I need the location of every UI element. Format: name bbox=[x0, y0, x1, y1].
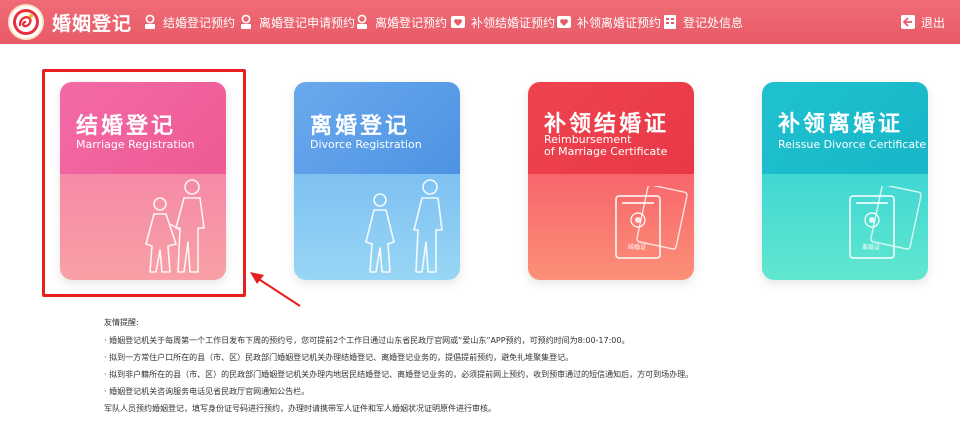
card-subtitle-line2: of Marriage Certificate bbox=[544, 145, 668, 158]
marriage-certificate-icon bbox=[615, 186, 688, 259]
nav-office-info[interactable]: 登记处信息 bbox=[662, 0, 743, 44]
building-icon bbox=[662, 14, 678, 30]
nav-label: 离婚登记申请预约 bbox=[259, 15, 356, 30]
card-title: 补领离婚证 bbox=[778, 112, 904, 137]
card-subtitle: Reimbursement of Marriage Certificate bbox=[544, 134, 667, 158]
divorce-certificate-icon bbox=[849, 186, 922, 259]
reminder-item: · 婚姻登记机关于每周第一个工作日发布下周的预约号，您可提前2个工作日通过山东省… bbox=[104, 336, 630, 345]
reissue-marriage-certificate-card[interactable]: 补领结婚证 Reimbursement of Marriage Certific… bbox=[528, 82, 694, 280]
ring-icon bbox=[238, 14, 254, 30]
site-brand-title: 婚姻登记 bbox=[52, 13, 133, 35]
nav-label: 补领结婚证预约 bbox=[471, 15, 556, 30]
certificate-label: 结婚证 bbox=[628, 244, 647, 251]
nav-reissue-marriage-cert[interactable]: 补领结婚证预约 bbox=[450, 0, 555, 44]
friendly-reminder-section: 友情提醒: · 婚姻登记机关于每周第一个工作日发布下周的预约号，您可提前2个工作… bbox=[104, 317, 924, 417]
card-subtitle: Divorce Registration bbox=[310, 138, 422, 151]
card-subtitle: Reissue Divorce Certificate bbox=[778, 138, 927, 151]
nav-label: 登记处信息 bbox=[683, 15, 744, 30]
nav-label: 补领离婚证预约 bbox=[577, 15, 662, 30]
nav-reissue-divorce-cert[interactable]: 补领离婚证预约 bbox=[556, 0, 661, 44]
logout-button[interactable]: 退出 bbox=[900, 0, 945, 44]
divorce-registration-card[interactable]: 离婚登记 Divorce Registration bbox=[294, 82, 460, 280]
logout-icon bbox=[900, 14, 916, 30]
card-illustration-area: 离婚证 bbox=[762, 174, 928, 280]
reminder-item: · 婚姻登记机关咨询服务电话见省民政厅官网通知公告栏。 bbox=[104, 387, 310, 396]
reminder-item: · 拟到一方常住户口所在的县（市、区）民政部门婚姻登记机关办理结婚登记、离婚登记… bbox=[104, 353, 574, 362]
highlight-box bbox=[42, 69, 246, 297]
logo-emblem-icon bbox=[13, 9, 39, 35]
card-title: 离婚登记 bbox=[310, 114, 411, 139]
nav-divorce-appointment[interactable]: 离婚登记预约 bbox=[354, 0, 447, 44]
nav-divorce-application[interactable]: 离婚登记申请预约 bbox=[238, 0, 355, 44]
certificate-label: 离婚证 bbox=[862, 244, 881, 251]
card-header: 离婚登记 Divorce Registration bbox=[294, 82, 460, 174]
reminder-item: 军队人员预约婚姻登记，填写身份证号码进行预约，办理时请携带军人证件和军人婚姻状况… bbox=[104, 404, 496, 413]
ring-icon bbox=[354, 14, 370, 30]
top-navigation-bar: 婚姻登记 结婚登记预约 离婚登记申请预约 离婚登记预约 补领结婚证预约 补领离婚… bbox=[0, 0, 960, 44]
card-illustration-area bbox=[294, 174, 460, 280]
reminder-item: · 拟到非户籍所在的县（市、区）的民政部门婚姻登记机关办理内地居民结婚登记、离婚… bbox=[104, 370, 694, 379]
heart-certificate-icon bbox=[450, 14, 466, 30]
separated-couple-icon bbox=[365, 179, 443, 273]
logout-label: 退出 bbox=[921, 15, 946, 30]
nav-marriage-appointment[interactable]: 结婚登记预约 bbox=[142, 0, 235, 44]
pointer-arrow-icon bbox=[250, 272, 301, 307]
heart-certificate-icon bbox=[556, 14, 572, 30]
card-illustration-area: 结婚证 bbox=[528, 174, 694, 280]
reminder-title: 友情提醒: bbox=[104, 318, 139, 327]
nav-label: 结婚登记预约 bbox=[163, 15, 236, 30]
ring-icon bbox=[142, 14, 158, 30]
marriage-registration-logo[interactable] bbox=[8, 4, 44, 40]
card-header: 补领离婚证 Reissue Divorce Certificate bbox=[762, 82, 928, 174]
reissue-divorce-certificate-card[interactable]: 补领离婚证 Reissue Divorce Certificate 离婚证 bbox=[762, 82, 928, 280]
nav-label: 离婚登记预约 bbox=[375, 15, 448, 30]
card-header: 补领结婚证 Reimbursement of Marriage Certific… bbox=[528, 82, 694, 174]
